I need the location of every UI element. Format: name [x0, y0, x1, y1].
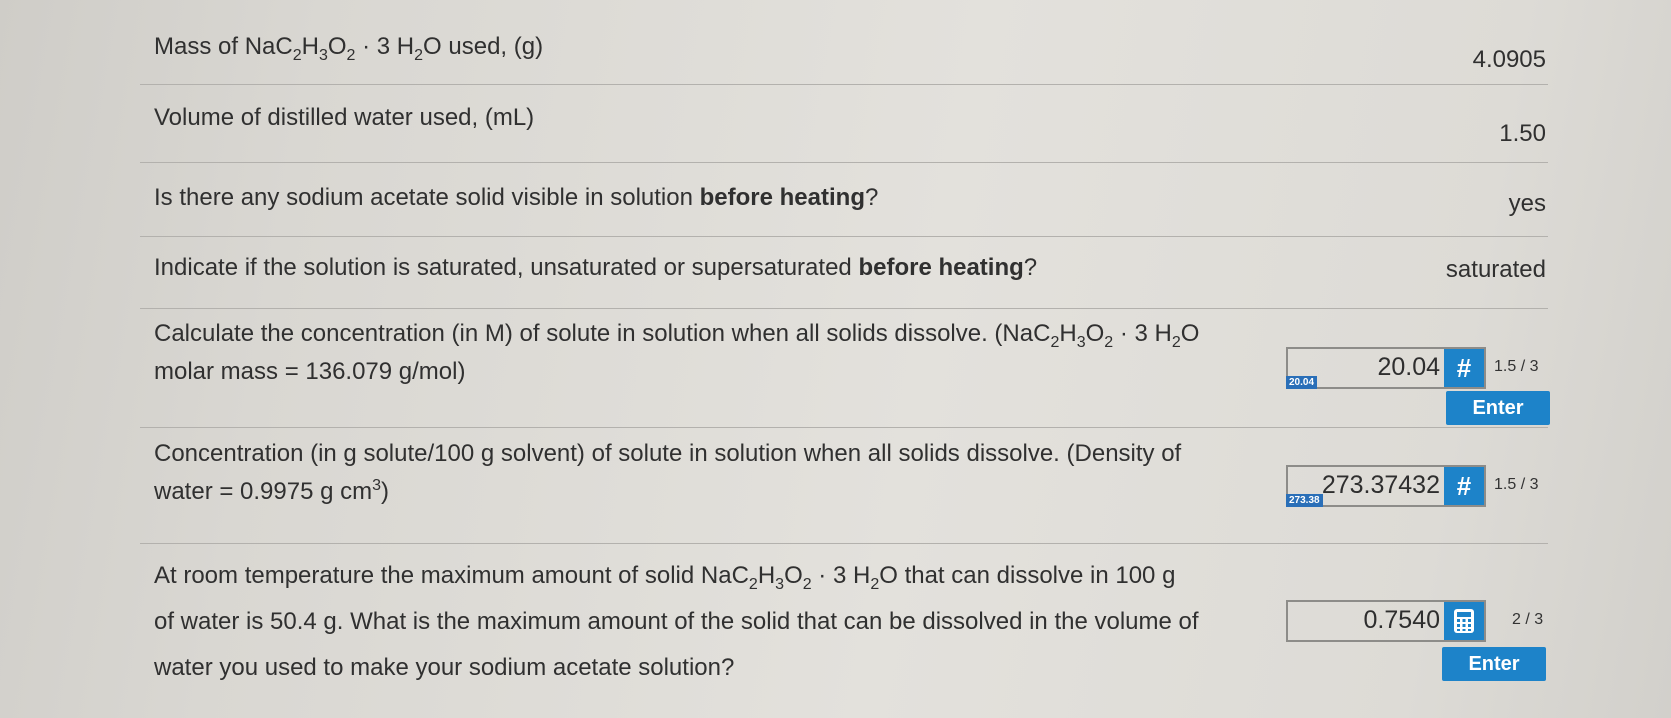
answer-mass: 4.0905 — [1472, 46, 1546, 73]
calculator-icon-glyph — [1454, 609, 1474, 633]
q-text: Is there any sodium acetate solid visibl… — [154, 184, 700, 211]
q-text: O used, (g) — [423, 33, 544, 60]
divider — [140, 84, 1548, 85]
question-line: of water is 50.4 g. What is the maximum … — [154, 608, 1199, 635]
q-text: · 3 H — [1113, 320, 1172, 347]
divider — [140, 308, 1548, 309]
q-text: O — [1180, 320, 1200, 347]
input-value: 20.04 — [1377, 353, 1440, 381]
q-sup: 3 — [372, 477, 382, 494]
calculator-icon[interactable] — [1444, 602, 1484, 640]
q-sub: 2 — [870, 575, 880, 593]
g-per-100g-answer-input[interactable]: 273.37432 273.38 # — [1286, 465, 1486, 507]
q-text: · 3 H — [355, 33, 415, 60]
row-mass: Mass of NaC2H3O2 · 3 H2O used, (g) 4.090… — [140, 22, 1548, 73]
question-mass: Mass of NaC2H3O2 · 3 H2O used, (g) — [154, 26, 543, 68]
question-saturation: Indicate if the solution is saturated, u… — [154, 247, 1037, 289]
score-label: 1.5 / 3 — [1494, 476, 1539, 493]
question-line: molar mass = 136.079 g/mol) — [154, 358, 466, 385]
question-line: At room temperature the maximum amount o… — [154, 553, 1199, 599]
input-value: 0.7540 — [1363, 606, 1440, 634]
divider — [140, 236, 1548, 237]
q-text: O — [327, 33, 347, 60]
q-text: H — [301, 33, 319, 60]
q-text: At room temperature the maximum amount o… — [154, 562, 749, 589]
previous-answer-tag: 20.04 — [1286, 376, 1318, 389]
q-text: ) — [381, 478, 390, 505]
q-text: water = 0.9975 g cm — [154, 478, 373, 505]
q-text: ? — [864, 184, 879, 211]
hash-icon[interactable]: # — [1444, 349, 1484, 387]
divider — [140, 162, 1548, 163]
hash-icon[interactable]: # — [1444, 467, 1484, 505]
q-sub: 2 — [414, 46, 424, 64]
answer-volume: 1.50 — [1499, 120, 1546, 147]
answer-saturation: saturated — [1445, 256, 1546, 283]
question-solid-visible: Is there any sodium acetate solid visibl… — [154, 177, 878, 219]
q-text: · 3 H — [811, 562, 871, 589]
question-molarity: Calculate the concentration (in M) of so… — [154, 315, 1199, 391]
row-solid-visible: Is there any sodium acetate solid visibl… — [140, 172, 1548, 232]
q-sub: 2 — [1171, 333, 1181, 351]
q-bold: before heating — [699, 184, 865, 211]
q-text: H — [757, 562, 776, 589]
answer-solid-visible: yes — [1508, 190, 1546, 217]
question-line: water you used to make your sodium aceta… — [154, 654, 735, 681]
divider — [140, 543, 1548, 544]
q-text: Calculate the concentration (in M) of so… — [154, 320, 1051, 347]
q-sub: 2 — [802, 575, 812, 593]
q-sub: 3 — [775, 575, 785, 593]
question-line: water = 0.9975 g cm3) — [154, 473, 1181, 511]
question-line: Concentration (in g solute/100 g solvent… — [154, 440, 1182, 467]
previous-answer-tag: 273.38 — [1286, 494, 1323, 507]
q-sub: 2 — [1050, 333, 1060, 351]
divider — [140, 427, 1548, 428]
question-volume: Volume of distilled water used, (mL) — [154, 104, 535, 131]
q-sub: 2 — [292, 46, 302, 64]
row-g-per-100g: Concentration (in g solute/100 g solvent… — [140, 433, 1548, 543]
question-line: Calculate the concentration (in M) of so… — [154, 315, 1199, 353]
q-bold: before heating — [858, 254, 1024, 281]
row-max-amount: At room temperature the maximum amount o… — [140, 553, 1548, 703]
row-volume: Volume of distilled water used, (mL) 1.5… — [140, 92, 1548, 152]
q-text: ? — [1023, 254, 1038, 281]
max-amount-answer-input[interactable]: 0.7540 — [1286, 600, 1486, 642]
enter-button[interactable]: Enter — [1442, 647, 1546, 681]
q-text: O — [784, 562, 803, 589]
q-text: O that can dissolve in 100 g — [879, 562, 1176, 589]
q-sub: 2 — [748, 575, 758, 593]
molarity-answer-input[interactable]: 20.04 20.04 # — [1286, 347, 1486, 389]
q-sub: 3 — [1076, 333, 1086, 351]
row-saturation: Indicate if the solution is saturated, u… — [140, 242, 1548, 302]
q-text: O — [1085, 320, 1105, 347]
q-text: Indicate if the solution is saturated, u… — [154, 254, 859, 281]
q-sub: 3 — [318, 46, 328, 64]
row-molarity: Calculate the concentration (in M) of so… — [140, 315, 1550, 425]
q-text: Mass of NaC — [154, 33, 293, 60]
q-text: H — [1059, 320, 1077, 347]
q-sub: 2 — [1104, 333, 1114, 351]
input-value: 273.37432 — [1321, 471, 1440, 499]
enter-button[interactable]: Enter — [1446, 391, 1550, 425]
question-g-per-100g: Concentration (in g solute/100 g solvent… — [154, 435, 1181, 511]
question-max-amount: At room temperature the maximum amount o… — [154, 553, 1199, 691]
score-label: 1.5 / 3 — [1494, 358, 1539, 375]
score-label: 2 / 3 — [1512, 611, 1544, 628]
